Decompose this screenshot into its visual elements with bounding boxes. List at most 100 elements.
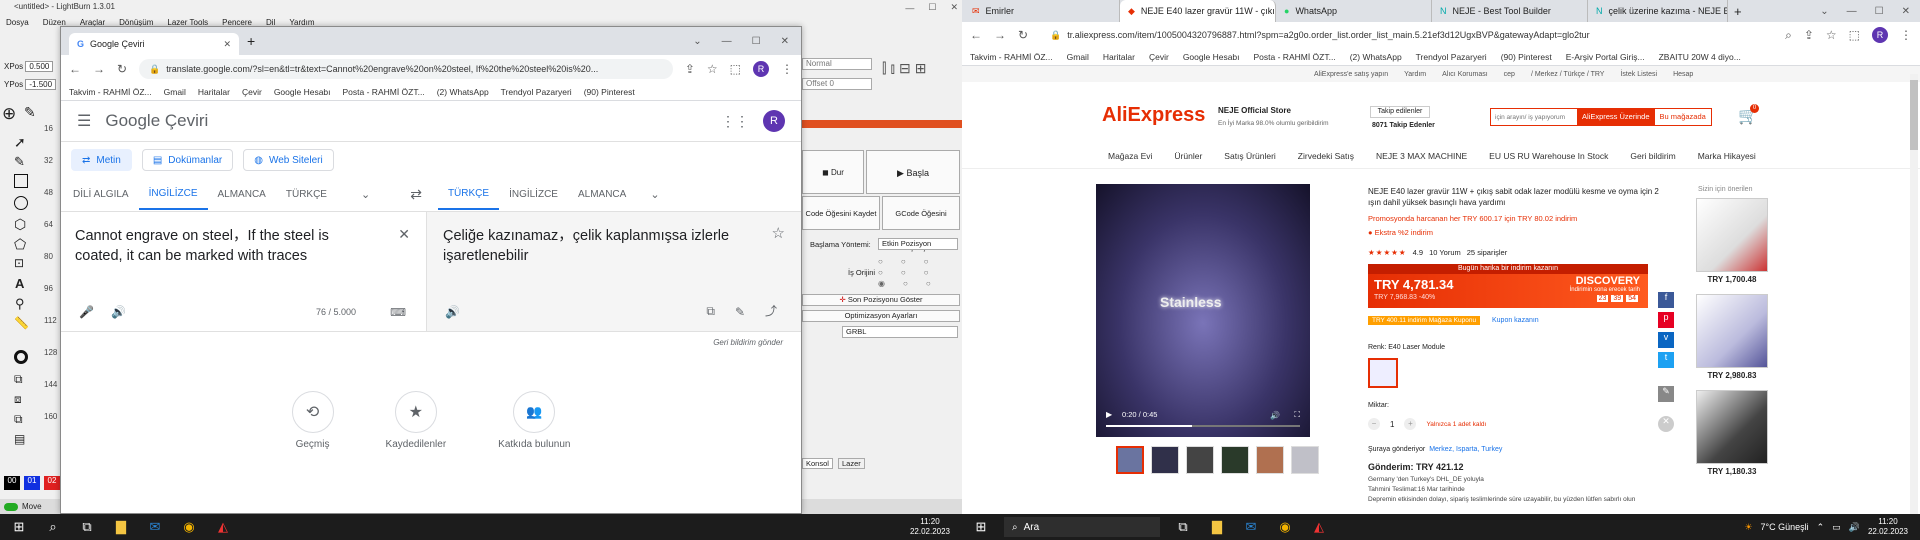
- weather-icon[interactable]: ☀: [1744, 522, 1752, 533]
- minimize-icon[interactable]: —: [1847, 6, 1857, 17]
- nav-item[interactable]: Geri bildirim: [1630, 151, 1675, 161]
- address-bar[interactable]: 🔒 tr.aliexpress.com/item/100500432079688…: [1040, 25, 1774, 45]
- tray-expand-icon[interactable]: ⌃: [1817, 522, 1825, 533]
- ypos-input[interactable]: -1.500: [25, 79, 57, 90]
- select-tool-icon[interactable]: ➚: [14, 134, 26, 151]
- ship-location[interactable]: Merkez, Isparta, Turkey: [1429, 446, 1502, 453]
- position-tool-icon[interactable]: ⚲: [15, 296, 25, 312]
- close-circle-icon[interactable]: ✕: [1658, 416, 1674, 432]
- hamburger-icon[interactable]: ☰: [77, 111, 91, 131]
- thumbnail[interactable]: [1151, 446, 1179, 474]
- src-lang-turkish[interactable]: TÜRKÇE: [276, 180, 337, 210]
- pinterest-icon[interactable]: p: [1658, 312, 1674, 328]
- bookmark-star-icon[interactable]: ☆: [707, 62, 718, 76]
- store-name[interactable]: NEJE Official Store: [1218, 106, 1291, 115]
- topbar-link[interactable]: AliExpress'e satış yapın: [1314, 71, 1388, 78]
- bookmark-item[interactable]: Posta - RAHMİ ÖZT...: [1254, 52, 1336, 62]
- bookmark-item[interactable]: (2) WhatsApp: [1350, 52, 1402, 62]
- move-toggle[interactable]: [4, 502, 18, 511]
- rectangle-tool-icon[interactable]: [14, 174, 28, 188]
- mail-icon[interactable]: ✉: [1240, 519, 1262, 535]
- boolean-tool-icon[interactable]: ⧉: [14, 372, 23, 387]
- pen-tool-icon[interactable]: ✎: [14, 154, 25, 170]
- menu-icon[interactable]: ⋮: [1900, 28, 1912, 42]
- weather-text[interactable]: 7°C Güneşli: [1761, 522, 1809, 532]
- twitter-icon[interactable]: t: [1658, 352, 1674, 368]
- share-icon[interactable]: ⇪: [1804, 28, 1814, 42]
- color-swatch[interactable]: 00: [4, 476, 20, 490]
- tab-search-icon[interactable]: ⌄: [693, 36, 701, 47]
- polygon-tool-icon[interactable]: ⬡: [14, 216, 26, 233]
- edit-icon[interactable]: ✎: [1658, 386, 1674, 402]
- tab-whatsapp[interactable]: ● WhatsApp: [1276, 0, 1432, 22]
- thumbnail[interactable]: [1186, 446, 1214, 474]
- recommended-item[interactable]: TRY 2,980.83: [1696, 294, 1768, 380]
- bookmark-star-icon[interactable]: ☆: [1826, 28, 1837, 42]
- tab-search-icon[interactable]: ⌄: [1820, 6, 1828, 17]
- src-lang-german[interactable]: ALMANCA: [208, 180, 276, 210]
- ellipse-tool-icon[interactable]: [14, 196, 28, 210]
- bookmark-item[interactable]: Çevir: [242, 87, 262, 97]
- product-video[interactable]: Stainless ▶ 0:20 / 0:45 🔊 ⛶: [1096, 184, 1310, 437]
- reload-icon[interactable]: ↻: [117, 62, 127, 76]
- speaker-icon[interactable]: 🔊: [445, 305, 460, 319]
- device-select[interactable]: GRBL: [842, 326, 958, 338]
- maximize-icon[interactable]: ☐: [1875, 6, 1884, 17]
- reload-icon[interactable]: ↻: [1018, 28, 1028, 42]
- thumbnail[interactable]: [1256, 446, 1284, 474]
- topbar-link[interactable]: cep: [1504, 71, 1515, 78]
- minimize-icon[interactable]: —: [722, 36, 732, 47]
- task-view-icon[interactable]: ⧉: [1172, 519, 1194, 535]
- video-progress[interactable]: [1106, 425, 1300, 427]
- stop-button[interactable]: ◼ Dur: [802, 150, 864, 194]
- star-icon[interactable]: ☆: [772, 224, 785, 242]
- edit-nodes-icon[interactable]: ⊡: [14, 256, 24, 270]
- increase-button[interactable]: +: [1404, 418, 1417, 430]
- forward-icon[interactable]: →: [994, 28, 1006, 42]
- thumbnail[interactable]: [1291, 446, 1319, 474]
- recommended-item[interactable]: TRY 1,700.48: [1696, 198, 1768, 284]
- tgt-lang-english[interactable]: İNGİLİZCE: [499, 180, 568, 210]
- decrease-button[interactable]: −: [1368, 418, 1380, 430]
- search-aliexpress-button[interactable]: AliExpress Üzerinde: [1577, 109, 1655, 125]
- chevron-down-icon[interactable]: ⌄: [650, 188, 659, 201]
- nav-item[interactable]: Ürünler: [1174, 151, 1202, 161]
- microphone-icon[interactable]: 🎤: [79, 305, 94, 319]
- close-tab-icon[interactable]: ✕: [223, 39, 231, 50]
- extensions-icon[interactable]: ⬚: [730, 62, 741, 76]
- share-icon[interactable]: ⇪: [685, 62, 695, 76]
- start-method-select[interactable]: Etkin Pozisyon: [878, 238, 958, 250]
- mail-icon[interactable]: ✉: [144, 519, 166, 535]
- contribute-button[interactable]: 👥 Katkıda bulunun: [498, 391, 570, 450]
- bookmark-item[interactable]: Çevir: [1149, 52, 1169, 62]
- text-tool-icon[interactable]: A: [15, 276, 24, 291]
- measure-tool-icon[interactable]: 📏: [14, 316, 29, 330]
- google-translate-logo[interactable]: Google Çeviri: [105, 111, 208, 131]
- ae-search-input[interactable]: [1491, 109, 1577, 125]
- bookmark-item[interactable]: Haritalar: [1103, 52, 1135, 62]
- windows-start-icon[interactable]: ⊞: [970, 519, 992, 535]
- thumbnail[interactable]: [1116, 446, 1144, 474]
- tab-neje-builder[interactable]: N NEJE - Best Tool Builder: [1432, 0, 1588, 22]
- topbar-link[interactable]: İstek Listesi: [1620, 71, 1657, 78]
- swap-languages-icon[interactable]: ⇄: [410, 186, 422, 203]
- share-icon[interactable]: ⤴: [765, 302, 777, 319]
- source-textarea[interactable]: Cannot engrave on steel，If the steel is …: [75, 226, 375, 266]
- origin-radio-grid[interactable]: ○○○ ○○○ ◉○○: [878, 256, 948, 290]
- nav-item[interactable]: Mağaza Evi: [1108, 151, 1152, 161]
- nav-item[interactable]: NEJE 3 MAX MACHINE: [1376, 151, 1467, 161]
- optimization-settings-button[interactable]: Optimizasyon Ayarları: [802, 310, 960, 322]
- forward-icon[interactable]: →: [93, 62, 105, 76]
- scrollbar-thumb[interactable]: [1910, 80, 1918, 150]
- run-gcode-button[interactable]: GCode Öğesini Çalıştır: [882, 196, 960, 252]
- bookmark-item[interactable]: (90) Pinterest: [1501, 52, 1552, 62]
- speaker-icon[interactable]: 🔊: [111, 305, 126, 319]
- close-icon[interactable]: ✕: [781, 36, 789, 47]
- bookmark-item[interactable]: (90) Pinterest: [584, 87, 635, 97]
- bookmark-item[interactable]: Posta - RAHMİ ÖZT...: [343, 87, 425, 97]
- bookmark-item[interactable]: Takvim - RAHMİ ÖZ...: [69, 87, 152, 97]
- weld-tool-icon[interactable]: ⧈: [14, 392, 22, 407]
- network-icon[interactable]: ▭: [1832, 522, 1841, 533]
- account-avatar[interactable]: R: [763, 110, 785, 132]
- offset-input[interactable]: Offset 0: [802, 78, 872, 90]
